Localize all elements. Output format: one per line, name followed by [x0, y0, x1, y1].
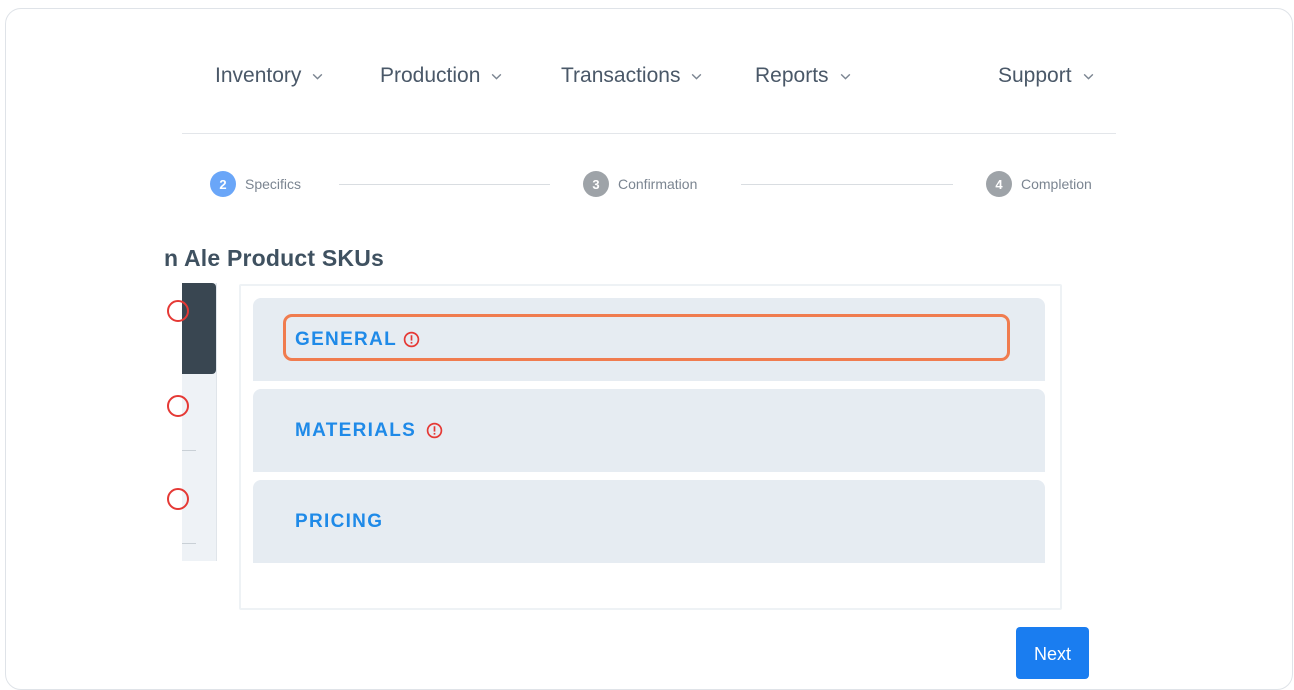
- chevron-down-icon: [692, 73, 702, 80]
- section-label: MATERIALS: [295, 389, 443, 472]
- chevron-down-icon: [313, 73, 323, 80]
- chevron-down-icon: [492, 73, 502, 80]
- nav-reports[interactable]: Reports: [755, 62, 852, 90]
- page-title: n Ale Product SKUs: [164, 245, 384, 271]
- chevron-down-icon: [1083, 73, 1093, 80]
- nav-production[interactable]: Production: [380, 62, 503, 90]
- step-label: Specifics: [245, 176, 302, 192]
- step-confirmation: 3 Confirmation: [583, 170, 697, 198]
- side-tab-divider: [182, 543, 196, 544]
- step-connector: [339, 184, 550, 185]
- step-label: Completion: [1021, 176, 1092, 192]
- error-circle-icon: [164, 392, 192, 420]
- nav-support-label: Support: [998, 64, 1072, 87]
- nav-transactions[interactable]: Transactions: [561, 62, 703, 90]
- nav-inventory[interactable]: Inventory: [215, 62, 324, 90]
- step-specifics: 2 Specifics: [210, 170, 301, 198]
- focus-highlight: [283, 314, 1010, 361]
- step-connector: [741, 184, 953, 185]
- nav-support[interactable]: Support: [998, 62, 1095, 90]
- nav-production-label: Production: [380, 64, 481, 87]
- section-pricing-label: PRICING: [295, 510, 384, 532]
- step-label: Confirmation: [618, 176, 698, 192]
- error-circle-icon: [164, 297, 192, 325]
- step-number: 2: [210, 171, 236, 197]
- next-button[interactable]: Next: [1016, 627, 1089, 679]
- step-number: 4: [986, 171, 1012, 197]
- side-tab-divider: [182, 450, 196, 451]
- section-materials-label: MATERIALS: [295, 419, 417, 441]
- nav-divider: [182, 133, 1116, 134]
- step-completion: 4 Completion: [986, 170, 1092, 198]
- section-label: PRICING: [295, 480, 383, 563]
- nav-transactions-label: Transactions: [561, 64, 681, 87]
- nav-inventory-label: Inventory: [215, 64, 302, 87]
- step-number: 3: [583, 171, 609, 197]
- section-pricing[interactable]: PRICING: [253, 480, 1045, 563]
- nav-reports-label: Reports: [755, 64, 829, 87]
- error-circle-icon: [426, 422, 443, 439]
- chevron-down-icon: [840, 73, 850, 80]
- section-materials[interactable]: MATERIALS: [253, 389, 1045, 472]
- error-circle-icon: [164, 485, 192, 513]
